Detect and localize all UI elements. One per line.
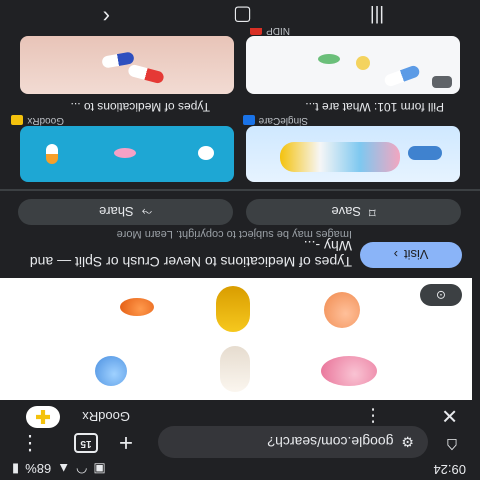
- capsule-white: [220, 346, 250, 392]
- pill-yellow: [356, 56, 370, 70]
- chevron-right-icon: ›: [393, 247, 399, 263]
- lens-search-icon[interactable]: ⊙: [420, 284, 462, 306]
- bookmark-icon: ⌑: [368, 205, 376, 220]
- image-badge-icon: [432, 76, 452, 88]
- share-icon: ⤳: [141, 205, 153, 220]
- related-card-singlecare[interactable]: [20, 126, 234, 182]
- source-name: GoodRx: [82, 409, 130, 424]
- related-source-1: GoodRx: [11, 115, 64, 126]
- capsule-yellow: [216, 286, 250, 332]
- close-icon[interactable]: ✕: [441, 403, 458, 428]
- source-logo: [26, 406, 60, 428]
- related-caption-1[interactable]: Types of Medications to ...: [71, 100, 210, 114]
- pill-white-round: [198, 146, 214, 160]
- capsule-orange-white: [46, 144, 58, 164]
- visit-button[interactable]: Visit ›: [360, 242, 462, 268]
- save-label: Save: [331, 204, 361, 220]
- signal-icon: ▲: [57, 461, 71, 477]
- status-icons: ▣ ◠ ▲ 68% ▮: [12, 461, 106, 478]
- pill-peach-round: [324, 292, 360, 328]
- home-button-icon[interactable]: ▢: [233, 3, 252, 28]
- home-icon[interactable]: ⌂: [438, 433, 466, 456]
- goodrx-favicon-icon: [11, 115, 24, 126]
- status-bar: 09:24 ▣ ◠ ▲ 68% ▮: [0, 458, 480, 480]
- pill-orange-small: [120, 298, 154, 316]
- url-bar[interactable]: ⚙ google.com/search?: [158, 426, 428, 458]
- pill-cluster: [280, 142, 400, 172]
- system-nav-bar: ||| ▢ ‹: [0, 0, 480, 30]
- site-info-icon[interactable]: ⚙: [401, 434, 414, 451]
- screen: 09:24 ▣ ◠ ▲ 68% ▮ ⌂ ⚙ google.com/search?…: [0, 0, 480, 480]
- battery-icon: ▮: [12, 462, 20, 477]
- related-caption-2[interactable]: Pill form 101: What are t...: [305, 100, 444, 114]
- browser-toolbar: ⌂ ⚙ google.com/search? + 15 ⋮: [0, 416, 480, 458]
- new-tab-icon[interactable]: +: [112, 428, 140, 456]
- pill-pink: [114, 148, 136, 158]
- result-title[interactable]: Types of Medications to Never Crush or S…: [14, 238, 352, 270]
- divider: [0, 189, 480, 191]
- more-options-icon[interactable]: ⋮: [364, 405, 382, 426]
- wifi-icon: ◠: [76, 462, 88, 477]
- pill-pink-oval: [321, 356, 377, 386]
- related-card-3[interactable]: [246, 36, 460, 94]
- capsule-blue-white: [383, 64, 421, 88]
- back-icon[interactable]: ‹: [103, 4, 110, 30]
- tab-count: 15: [74, 433, 98, 453]
- capsule-red-white: [127, 63, 165, 85]
- singlecare-favicon-icon: [242, 115, 255, 126]
- share-label: Share: [98, 204, 134, 220]
- clock: 09:24: [433, 462, 466, 477]
- battery-level: 68%: [25, 461, 52, 477]
- url-text: google.com/search?: [267, 434, 394, 450]
- related-card-goodrx[interactable]: [246, 126, 460, 182]
- related-card-nidp[interactable]: [20, 36, 234, 94]
- save-button[interactable]: ⌑ Save: [246, 199, 461, 225]
- pill-green: [318, 54, 340, 64]
- pill-blue-round: [95, 356, 127, 386]
- related-source-2: SingleCare: [242, 115, 308, 126]
- visit-label: Visit: [404, 247, 429, 263]
- recents-icon[interactable]: |||: [370, 5, 384, 26]
- pill-bottom-blue: [408, 146, 442, 160]
- copyright-note: Images may be subject to copyright. Lear…: [116, 228, 352, 240]
- more-vert-icon[interactable]: ⋮: [16, 431, 44, 456]
- pills-image: ⊙: [0, 278, 472, 400]
- image-notification-icon: ▣: [93, 462, 106, 477]
- share-button[interactable]: ⤳ Share: [18, 199, 233, 225]
- tab-switcher-icon[interactable]: 15: [74, 433, 98, 453]
